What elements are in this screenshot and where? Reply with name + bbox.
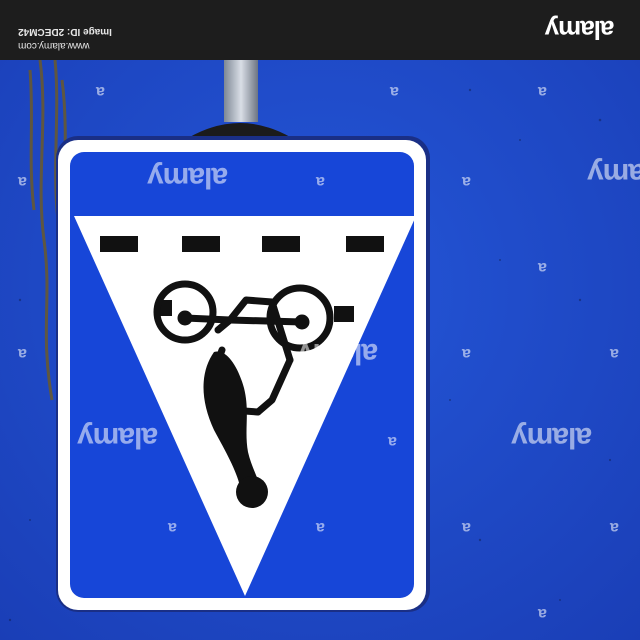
sign-pole — [224, 60, 258, 122]
cyclist-head — [236, 476, 268, 508]
image-meta: www.alamy.com Image ID: 2DECM42 — [18, 8, 128, 52]
photo — [0, 0, 640, 640]
stock-banner: www.alamy.com Image ID: 2DECM42 alamy — [0, 0, 640, 60]
alamy-logo: alamy — [545, 15, 615, 45]
site-url: www.alamy.com — [18, 40, 90, 51]
image-id: Image ID: 2DECM42 — [18, 26, 112, 37]
